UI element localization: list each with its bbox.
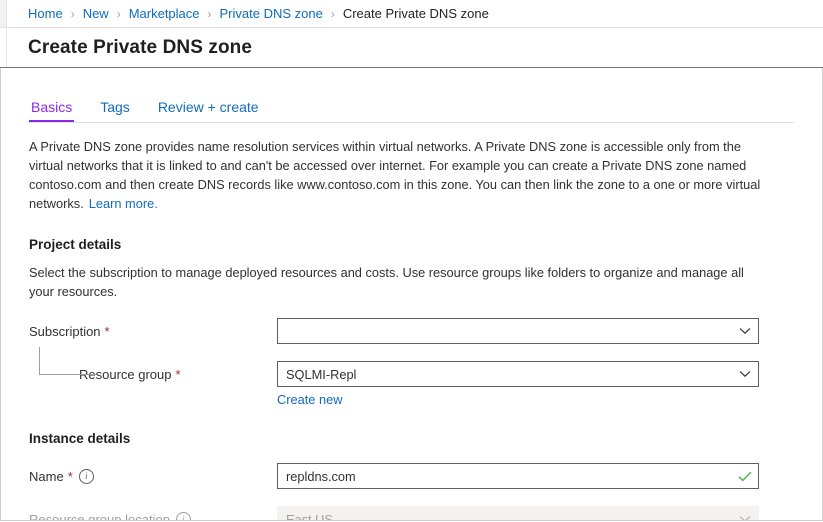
resource-group-value: SQLMI-Repl <box>286 366 357 382</box>
breadcrumb-separator-icon: › <box>116 6 121 21</box>
page-header: Create Private DNS zone <box>0 28 823 68</box>
info-icon[interactable]: i <box>175 511 191 520</box>
chevron-down-icon <box>732 515 758 520</box>
name-value: repldns.com <box>286 468 356 484</box>
breadcrumb-item-home[interactable]: Home <box>28 6 63 21</box>
blade-content: Basics Tags Review + create A Private DN… <box>0 68 823 521</box>
create-new-row: Create new <box>29 392 794 407</box>
required-asterisk: * <box>175 366 181 382</box>
subscription-label-text: Subscription <box>29 323 101 339</box>
resource-group-row: Resource group * SQLMI-Repl <box>29 347 794 387</box>
breadcrumb: Home › New › Marketplace › Private DNS z… <box>28 6 489 21</box>
breadcrumb-separator-icon: › <box>330 6 335 21</box>
create-new-link[interactable]: Create new <box>277 392 342 407</box>
breadcrumb-bar: Home › New › Marketplace › Private DNS z… <box>0 0 823 28</box>
tab-bar: Basics Tags Review + create <box>29 88 794 123</box>
name-label: Name * i <box>29 468 277 484</box>
learn-more-link[interactable]: Learn more. <box>89 196 158 211</box>
chevron-down-icon <box>732 327 758 335</box>
valid-check-icon <box>732 471 758 482</box>
tab-review-create[interactable]: Review + create <box>156 99 261 122</box>
resource-group-location-label: Resource group location i <box>29 511 277 521</box>
resource-group-location-value: East US <box>286 511 333 521</box>
project-details-description: Select the subscription to manage deploy… <box>29 265 744 299</box>
subscription-row: Subscription * <box>29 318 794 344</box>
breadcrumb-separator-icon: › <box>70 6 75 21</box>
resource-group-label: Resource group * <box>29 367 277 382</box>
breadcrumb-item-current: Create Private DNS zone <box>342 6 489 21</box>
breadcrumb-item-new[interactable]: New <box>83 6 109 21</box>
resource-group-select[interactable]: SQLMI-Repl <box>277 361 759 387</box>
breadcrumb-separator-icon: › <box>207 6 212 21</box>
resource-group-location-row: Resource group location i East US <box>29 506 794 521</box>
title-rail-strip <box>0 28 7 67</box>
resource-group-label-text: Resource group <box>79 366 172 382</box>
chevron-down-icon <box>732 370 758 378</box>
required-asterisk: * <box>104 323 110 339</box>
page-title: Create Private DNS zone <box>28 36 253 58</box>
tab-basics[interactable]: Basics <box>29 99 75 122</box>
breadcrumb-item-marketplace[interactable]: Marketplace <box>129 6 200 21</box>
info-icon[interactable]: i <box>78 468 94 484</box>
required-asterisk: * <box>67 468 73 484</box>
resource-group-location-select: East US <box>277 506 759 521</box>
instance-details-heading: Instance details <box>29 431 131 446</box>
name-input[interactable]: repldns.com <box>277 463 759 489</box>
left-rail-strip <box>0 0 7 27</box>
name-label-text: Name <box>29 468 64 484</box>
subscription-label: Subscription * <box>29 324 277 339</box>
resource-group-location-label-text: Resource group location <box>29 511 170 521</box>
project-details-heading: Project details <box>29 237 122 252</box>
tab-tags[interactable]: Tags <box>98 99 132 122</box>
name-row: Name * i repldns.com <box>29 463 794 489</box>
subscription-select[interactable] <box>277 318 759 344</box>
breadcrumb-item-private-dns-zone[interactable]: Private DNS zone <box>220 6 323 21</box>
intro-paragraph: A Private DNS zone provides name resolut… <box>29 137 774 213</box>
